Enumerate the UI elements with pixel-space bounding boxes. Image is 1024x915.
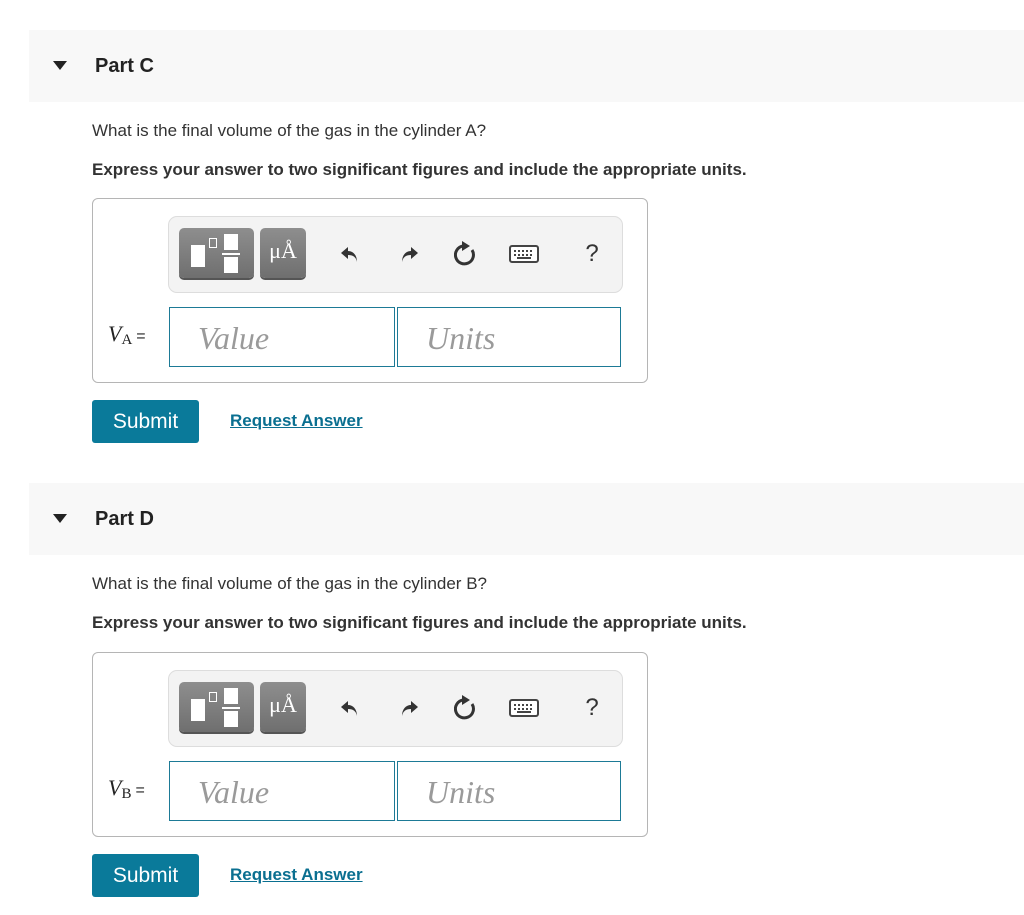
- variable-symbol: V: [108, 775, 122, 800]
- collapse-caret-icon[interactable]: [53, 61, 67, 70]
- submit-button[interactable]: Submit: [92, 854, 199, 897]
- symbols-label: μÅ: [269, 692, 297, 717]
- reset-icon: [454, 241, 475, 266]
- templates-button[interactable]: [179, 682, 254, 732]
- answer-box: μÅ ? VB = Value Units: [92, 652, 648, 837]
- instruction-text: Express your answer to two significant f…: [92, 613, 747, 632]
- reset-button[interactable]: [451, 237, 481, 271]
- redo-icon: [402, 701, 418, 716]
- answer-box: μÅ ? VA = Value Units: [92, 198, 648, 383]
- undo-button[interactable]: [335, 691, 365, 725]
- part-d-header[interactable]: Part D: [29, 483, 1024, 555]
- question-text: What is the final volume of the gas in t…: [92, 121, 487, 140]
- request-answer-link[interactable]: Request Answer: [230, 411, 363, 431]
- value-input[interactable]: Value: [169, 761, 395, 821]
- reset-button[interactable]: [451, 691, 481, 725]
- redo-button[interactable]: [394, 237, 424, 271]
- variable-label: VB =: [108, 775, 145, 803]
- undo-button[interactable]: [335, 237, 365, 271]
- reset-icon: [454, 695, 475, 720]
- help-button[interactable]: ?: [577, 237, 607, 271]
- variable-label: VA =: [108, 321, 146, 349]
- variable-subscript: A: [121, 332, 133, 348]
- variable-symbol: V: [108, 321, 122, 346]
- value-input[interactable]: Value: [169, 307, 395, 367]
- variable-subscript: B: [121, 786, 132, 802]
- instruction-text: Express your answer to two significant f…: [92, 160, 747, 179]
- question-text: What is the final volume of the gas in t…: [92, 574, 487, 593]
- keyboard-icon: [509, 699, 539, 717]
- symbols-button[interactable]: μÅ: [260, 228, 306, 278]
- keyboard-icon: [509, 245, 539, 263]
- templates-button[interactable]: [179, 228, 254, 278]
- units-input[interactable]: Units: [397, 761, 621, 821]
- units-input[interactable]: Units: [397, 307, 621, 367]
- keyboard-button[interactable]: [506, 237, 542, 271]
- submit-button[interactable]: Submit: [92, 400, 199, 443]
- math-toolbar: μÅ ?: [168, 670, 623, 747]
- symbols-button[interactable]: μÅ: [260, 682, 306, 732]
- collapse-caret-icon[interactable]: [53, 514, 67, 523]
- part-title: Part C: [95, 55, 154, 77]
- help-button[interactable]: ?: [577, 691, 607, 725]
- redo-button[interactable]: [394, 691, 424, 725]
- symbols-label: μÅ: [269, 238, 297, 263]
- undo-icon: [341, 247, 357, 262]
- math-toolbar: μÅ ?: [168, 216, 623, 293]
- keyboard-button[interactable]: [506, 691, 542, 725]
- equals-sign: =: [135, 782, 145, 799]
- request-answer-link[interactable]: Request Answer: [230, 865, 363, 885]
- redo-icon: [402, 247, 418, 262]
- equals-sign: =: [136, 328, 146, 345]
- part-title: Part D: [95, 508, 154, 530]
- part-c-header[interactable]: Part C: [29, 30, 1024, 102]
- undo-icon: [341, 701, 357, 716]
